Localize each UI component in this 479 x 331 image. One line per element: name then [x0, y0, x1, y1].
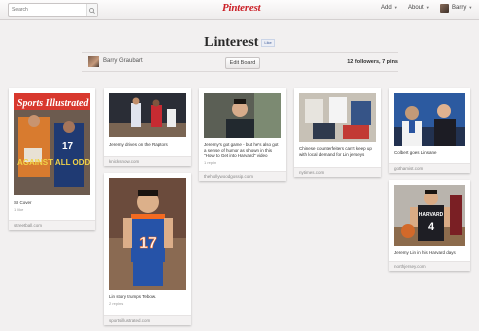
followers-count: 12 followers, 7 pins: [347, 59, 398, 65]
top-navigation-bar: Pinterest Add▼ About▼ Barry▼: [0, 0, 479, 20]
add-menu[interactable]: Add ▼: [381, 5, 398, 11]
pin-description: Chinese counterfeiters can't keep up wit…: [299, 146, 372, 157]
board-title: Linterest: [204, 35, 259, 50]
pin-card[interactable]: Chinese counterfeiters can't keep up wit…: [294, 88, 381, 177]
pin-source[interactable]: thehollywoodgossip.com: [199, 171, 286, 181]
pin-source[interactable]: northjersey.com: [389, 261, 470, 271]
pin-description: Jeremy Lin in his Harvard days: [394, 250, 456, 255]
chevron-down-icon: ▼: [468, 5, 473, 10]
pin-description: Jeremy drives on the Raptors: [109, 142, 168, 147]
owner-name[interactable]: Barry Graubart: [103, 58, 143, 64]
pin-source[interactable]: gothamist.com: [389, 163, 470, 173]
pin-meta: 2 repins: [109, 301, 124, 306]
divider: [82, 71, 398, 72]
pin-card[interactable]: Jeremy drives on the Raptors knicksnow.c…: [104, 88, 191, 166]
edit-board-button[interactable]: Edit Board: [225, 57, 260, 69]
search-input[interactable]: [9, 4, 88, 16]
chevron-down-icon: ▼: [393, 5, 398, 10]
pin-source[interactable]: knicksnow.com: [104, 156, 191, 166]
owner-avatar[interactable]: [88, 56, 99, 67]
about-menu-label: About: [408, 5, 424, 11]
lin-harvard-image[interactable]: HARVARD 4: [394, 185, 465, 246]
chevron-down-icon: ▼: [425, 5, 430, 10]
pin-source[interactable]: sportsillustrated.com: [104, 315, 191, 325]
facebook-like-button[interactable]: Like: [261, 39, 275, 47]
pin-source[interactable]: nytimes.com: [294, 167, 381, 177]
pin-description: SI Cover: [14, 200, 32, 205]
user-menu[interactable]: Barry ▼: [452, 5, 472, 11]
jersey-number: 4: [428, 221, 435, 233]
pin-meta: 1 repin: [204, 160, 217, 165]
si-cover-image[interactable]: Sports Illustrated AGAINST ALL ODDS 17: [14, 93, 90, 195]
pin-description: Jeremy's got game - but he's also got a …: [204, 142, 279, 158]
jersey-number: 17: [139, 235, 157, 252]
board-title-area: Linterest Like: [0, 33, 479, 51]
cover-headline: AGAINST ALL ODDS: [17, 158, 90, 167]
pin-card[interactable]: Sports Illustrated AGAINST ALL ODDS 17 S…: [9, 88, 95, 230]
colbert-image[interactable]: [394, 93, 465, 146]
about-menu[interactable]: About ▼: [408, 5, 430, 11]
pin-card[interactable]: 17 Lin story trumps Tebow. 2 repins spor…: [104, 173, 191, 325]
pin-description: Lin story trumps Tebow.: [109, 294, 157, 299]
jerseys-image[interactable]: [299, 93, 376, 142]
svg-text:17: 17: [62, 141, 74, 152]
divider: [82, 52, 398, 53]
pin-card[interactable]: HARVARD 4 Jeremy Lin in his Harvard days…: [389, 180, 470, 271]
lin-knicks-image[interactable]: 17: [109, 178, 186, 290]
pin-source[interactable]: streetball.com: [9, 220, 95, 230]
pin-description: Colbert goes Linsane: [394, 150, 437, 155]
board-stats: 12 followers, 7 pins: [347, 59, 398, 65]
pin-card[interactable]: Jeremy's got game - but he's also got a …: [199, 88, 286, 181]
pin-card[interactable]: Colbert goes Linsane gothamist.com: [389, 88, 470, 173]
search-box: [8, 3, 98, 17]
search-button[interactable]: [86, 4, 97, 16]
add-menu-label: Add: [381, 5, 392, 11]
harvard-video-image[interactable]: [204, 93, 281, 138]
jersey-team: HARVARD: [419, 212, 444, 218]
cover-masthead: Sports Illustrated: [17, 98, 89, 109]
raptors-game-image[interactable]: [109, 93, 186, 137]
user-avatar[interactable]: [440, 4, 449, 13]
pinterest-logo[interactable]: Pinterest: [222, 2, 261, 14]
user-menu-label: Barry: [452, 5, 467, 11]
pin-meta: 1 like: [14, 207, 24, 212]
search-icon: [89, 8, 95, 14]
